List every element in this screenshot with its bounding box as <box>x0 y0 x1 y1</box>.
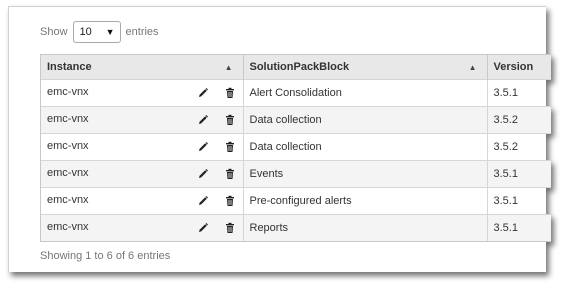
instance-value: emc-vnx <box>47 86 89 98</box>
column-header-label: SolutionPackBlock <box>249 61 350 73</box>
caret-down-icon: ▼ <box>105 27 115 37</box>
panel-left-border <box>8 6 9 272</box>
table-header: Instance ▲ SolutionPackBlock ▲ Version <box>41 54 551 80</box>
trash-icon[interactable] <box>224 195 236 207</box>
block-cell: Data collection <box>243 133 488 161</box>
instance-cell: emc-vnx <box>41 187 244 215</box>
version-cell: 3.5.1 <box>487 160 551 188</box>
sort-asc-icon: ▲ <box>224 63 233 72</box>
block-cell: Alert Consolidation <box>243 79 488 107</box>
pencil-icon[interactable] <box>197 222 209 234</box>
table-row: emc-vnx Alert Consolidation 3.5.1 <box>41 79 551 107</box>
data-table: Instance ▲ SolutionPackBlock ▲ Version e… <box>41 54 551 241</box>
length-menu-prefix: Show <box>40 26 68 38</box>
table-body: emc-vnx Alert Consolidation 3.5.1 emc-vnx Da… <box>41 79 551 241</box>
pencil-icon[interactable] <box>197 114 209 126</box>
block-cell: Events <box>243 160 488 188</box>
screenshot-panel: Show 10 ▼ entries Instance ▲ SolutionPac… <box>8 6 551 272</box>
table-row: emc-vnx Events 3.5.1 <box>41 160 551 188</box>
pencil-icon[interactable] <box>197 195 209 207</box>
trash-icon[interactable] <box>224 141 236 153</box>
panel-top-border <box>8 6 546 7</box>
column-header-solutionpackblock[interactable]: SolutionPackBlock ▲ <box>243 54 488 80</box>
column-header-version[interactable]: Version <box>487 54 551 80</box>
entries-select[interactable]: 10 ▼ <box>72 21 121 43</box>
instance-value: emc-vnx <box>47 140 89 152</box>
block-cell: Pre-configured alerts <box>243 187 488 215</box>
block-cell: Reports <box>243 214 488 241</box>
trash-icon[interactable] <box>224 222 236 234</box>
trash-icon[interactable] <box>224 168 236 180</box>
instance-cell: emc-vnx <box>41 214 244 241</box>
trash-icon[interactable] <box>224 114 236 126</box>
length-menu: Show 10 ▼ entries <box>40 20 159 44</box>
version-cell: 3.5.1 <box>487 79 551 107</box>
sort-asc-icon: ▲ <box>468 63 477 72</box>
length-menu-suffix: entries <box>125 26 159 38</box>
table-row: emc-vnx Data collection 3.5.2 <box>41 133 551 161</box>
instance-value: emc-vnx <box>47 167 89 179</box>
table-row: emc-vnx Reports 3.5.1 <box>41 214 551 241</box>
version-cell: 3.5.1 <box>487 187 551 215</box>
version-cell: 3.5.2 <box>487 106 551 134</box>
instance-cell: emc-vnx <box>41 160 244 188</box>
version-cell: 3.5.1 <box>487 214 551 241</box>
version-cell: 3.5.2 <box>487 133 551 161</box>
instance-value: emc-vnx <box>47 113 89 125</box>
pencil-icon[interactable] <box>197 141 209 153</box>
pencil-icon[interactable] <box>197 87 209 99</box>
header-row: Instance ▲ SolutionPackBlock ▲ Version <box>41 54 551 80</box>
column-header-label: Version <box>493 61 534 73</box>
instance-cell: emc-vnx <box>41 133 244 161</box>
table-row: emc-vnx Data collection 3.5.2 <box>41 106 551 134</box>
instance-value: emc-vnx <box>47 221 89 233</box>
instance-cell: emc-vnx <box>41 79 244 107</box>
column-header-label: Instance <box>47 61 92 73</box>
block-cell: Data collection <box>243 106 488 134</box>
column-header-instance[interactable]: Instance ▲ <box>41 54 244 80</box>
table-info: Showing 1 to 6 of 6 entries <box>40 250 171 262</box>
pencil-icon[interactable] <box>197 168 209 180</box>
data-table-container: Instance ▲ SolutionPackBlock ▲ Version e… <box>40 54 551 242</box>
table-row: emc-vnx Pre-configured alerts 3.5.1 <box>41 187 551 215</box>
trash-icon[interactable] <box>224 87 236 99</box>
instance-cell: emc-vnx <box>41 106 244 134</box>
entries-select-value: 10 <box>79 26 92 38</box>
instance-value: emc-vnx <box>47 194 89 206</box>
